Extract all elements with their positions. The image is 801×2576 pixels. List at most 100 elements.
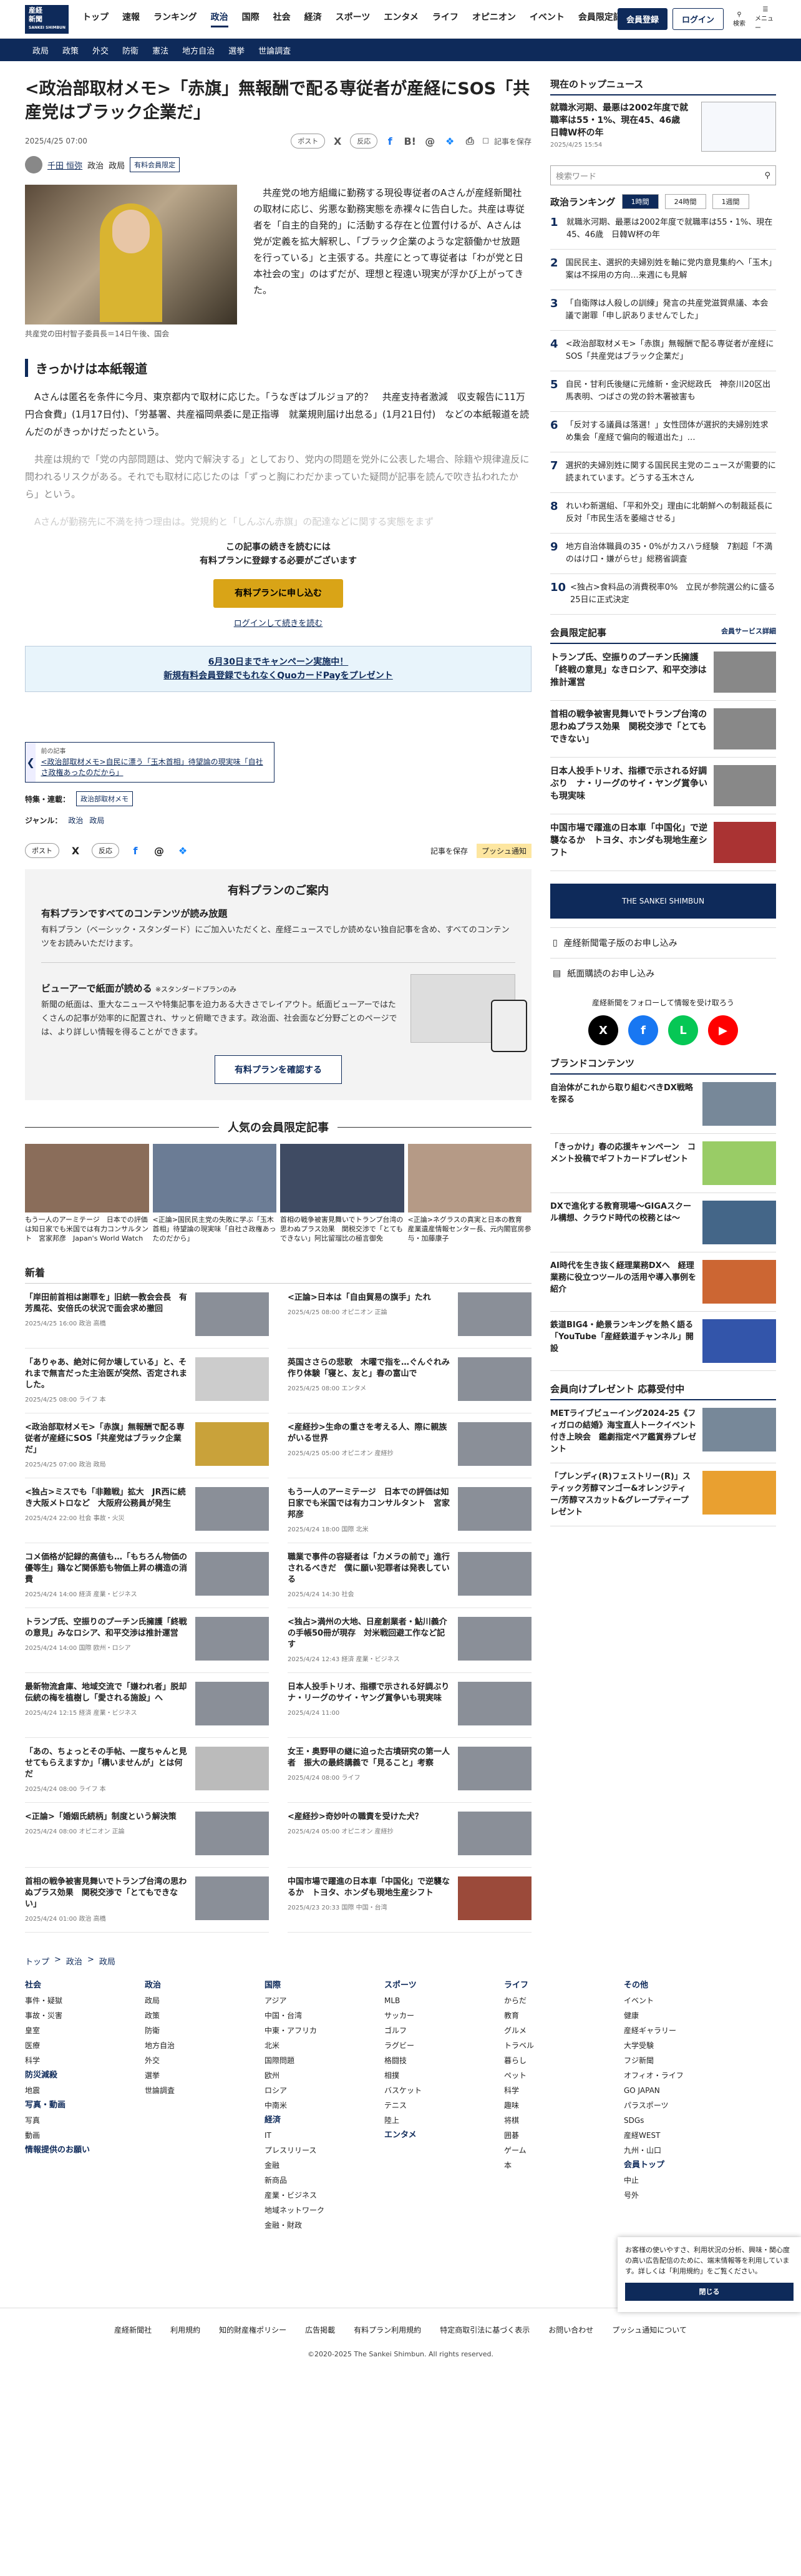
author-tag[interactable]: 政局: [109, 159, 125, 171]
popular-item[interactable]: もう一人のアーミテージ 日本での評価は知日家でも米国では有力コンサルタント 宮家…: [25, 1144, 149, 1243]
bluesky-icon[interactable]: ❖: [175, 843, 190, 858]
genre-tag[interactable]: 政治: [68, 815, 83, 826]
present-item[interactable]: METライブビューイング2024-25《フィガロの結婚》海宝直人トークイベント付…: [550, 1400, 776, 1463]
subnav-item[interactable]: 政策: [62, 44, 79, 56]
footer-link[interactable]: 特定商取引法に基づく表示: [440, 2325, 530, 2335]
footer-link[interactable]: 知的財産権ポリシー: [219, 2325, 286, 2335]
subnav-item[interactable]: 憲法: [152, 44, 168, 56]
reaction-button[interactable]: 反応: [92, 843, 119, 858]
news-item[interactable]: トランプ氏、空振りのプーチン氏擁護「終戦の意見」みなロシア、和平交渉は推計運営 2…: [25, 1608, 269, 1673]
threads-icon[interactable]: @: [422, 134, 437, 149]
nav-politics[interactable]: 政治: [210, 11, 228, 27]
digital-subscribe-link[interactable]: ▯ 産経新聞電子版のお申し込み: [550, 927, 776, 958]
nav-life[interactable]: ライフ: [432, 11, 459, 27]
brand-item[interactable]: DXで進化する教育現場～GIGAスクール構想、クラウド時代の校務とは～: [550, 1193, 776, 1252]
check-plan-button[interactable]: 有料プランを確認する: [215, 1055, 342, 1084]
popular-item[interactable]: <正論>国民民主党の失敗に学ぶ「玉木首相」待望論の現実味「自社さ政権あったのだか…: [152, 1144, 276, 1243]
ranking-item[interactable]: 1 就職氷河期、最悪は2002年度で就職率は55・1%、現在45、46歳 日韓W杯…: [550, 209, 776, 250]
author-name[interactable]: 千田 恒弥: [47, 159, 82, 171]
sankei-banner[interactable]: THE SANKEI SHIMBUN: [550, 884, 776, 919]
ranking-item[interactable]: 9 地方自治体職員の35・0%がカスハラ経験 7割超「不満のはけ口・嫌がらせ」総務…: [550, 534, 776, 574]
facebook-icon[interactable]: f: [628, 1015, 658, 1045]
nav-top[interactable]: トップ: [82, 11, 109, 27]
subnav-item[interactable]: 外交: [92, 44, 109, 56]
nav-breaking[interactable]: 速報: [122, 11, 140, 27]
tab-1w[interactable]: 1週間: [712, 194, 749, 209]
bookmark-icon[interactable]: ☐: [482, 137, 489, 145]
search-input[interactable]: 検索ワード ⚲: [550, 165, 776, 185]
nav-ranking[interactable]: ランキング: [153, 11, 197, 27]
footer-link[interactable]: お問い合わせ: [548, 2325, 593, 2335]
subnav-item[interactable]: 選挙: [228, 44, 245, 56]
line-icon[interactable]: L: [668, 1015, 698, 1045]
brand-item[interactable]: 鉄道BIG4・絶景ランキングを熱く語る「YouTube「産経鉄道チャンネル」開設: [550, 1312, 776, 1371]
news-item[interactable]: <正論>「婚姻氏続柄」制度という解決策 2025/4/24 08:00 オピニオン…: [25, 1803, 269, 1868]
search-icon[interactable]: ⚲: [764, 171, 770, 180]
brand-item[interactable]: AI時代を生き抜く経理業務DXへ 経理業務に役立つツールの活用や導入事例を紹介: [550, 1252, 776, 1312]
author-tag[interactable]: 政治: [87, 159, 104, 171]
facebook-icon[interactable]: f: [382, 134, 397, 149]
popular-item[interactable]: 首相の戦争被害見舞いでトランプ台湾の思わぬプラス効果 関税交渉で「とてもできない…: [280, 1144, 404, 1243]
cookie-close-button[interactable]: 閉じる: [625, 2283, 794, 2301]
previous-article[interactable]: ❮ 前の記事 <政治部取材メモ>自民に漂う「玉木首相」待望論の現実味「自社さ政権あ…: [25, 742, 274, 783]
news-item[interactable]: <産経抄>生命の重さを考える人、際に親族がいる世界 2025/4/25 05:00…: [288, 1413, 532, 1478]
ranking-item[interactable]: 5 自民・甘利氏後継に元維新・金沢総政氏 神奈川20区出馬表明、つばさの党の鈴木署…: [550, 371, 776, 412]
footer-link[interactable]: 有料プラン利用規約: [354, 2325, 421, 2335]
news-item[interactable]: もう一人のアーミテージ 日本での評価は知日家でも米国では有力コンサルタント 宮家…: [288, 1478, 532, 1543]
ranking-item[interactable]: 3 「自衛隊は人殺しの訓練」発言の共産党滋賀県議、本会議で謝罪「申し訳ありませんで…: [550, 290, 776, 331]
breadcrumb-item[interactable]: 政局: [99, 1955, 115, 1967]
breadcrumb-item[interactable]: 政治: [66, 1955, 82, 1967]
nav-world[interactable]: 国際: [242, 11, 260, 27]
ranking-item[interactable]: 7 選択的夫婦別姓に関する国民民主党のニュースが需要的に読まれています。どうする玉…: [550, 452, 776, 493]
bluesky-icon[interactable]: ❖: [442, 134, 457, 149]
news-item[interactable]: 最新物流倉庫、地域交流で「嫌われ者」脱却 伝統の梅を植樹し「愛される施設」へ 20…: [25, 1673, 269, 1738]
nav-sports[interactable]: スポーツ: [336, 11, 371, 27]
member-service-link[interactable]: 会員サービス詳細: [721, 626, 776, 639]
news-item[interactable]: 「岸田前首相は謝罪を」旧統一教会会長 有芳風花、安倍氏の状況で面会求め撤回 202…: [25, 1284, 269, 1349]
news-item[interactable]: <政治部取材メモ>「赤旗」無報酬で配る専従者が産経にSOS「共産党はブラック企業…: [25, 1413, 269, 1478]
subnav-item[interactable]: 世論調査: [258, 44, 291, 56]
x-icon[interactable]: X: [68, 843, 83, 858]
nav-society[interactable]: 社会: [273, 11, 291, 27]
ranking-item[interactable]: 8 れいわ新選組、「平和外交」理由に北朝鮮への制裁延長に反対「市民生活を萎縮させる…: [550, 493, 776, 534]
nav-opinion[interactable]: オピニオン: [472, 11, 516, 27]
news-item[interactable]: 「ありゃあ、絶対に何か壊している」と、それまで無言だった主治医が突然、否定されま…: [25, 1349, 269, 1413]
subnav-item[interactable]: 地方自治: [182, 44, 215, 56]
register-button[interactable]: 会員登録: [617, 8, 668, 30]
member-item[interactable]: 首相の戦争被害見舞いでトランプ台湾の思わぬプラス効果 関税交渉で「とてもできない…: [550, 701, 776, 758]
search-button[interactable]: ⚲ 検索: [729, 9, 750, 30]
member-item[interactable]: 中国市場で躍進の日本車「中国化」で逆襲なるか トヨタ、ホンダも現地生産シフト: [550, 814, 776, 871]
subscribe-button[interactable]: 有料プランに申し込む: [213, 579, 343, 608]
topic-tag[interactable]: 政治部取材メモ: [76, 791, 134, 806]
campaign-banner[interactable]: 6月30日までキャンペーン実施中！ 新規有料会員登録でもれなくQuoカードPayを…: [25, 646, 532, 692]
news-item[interactable]: <独占>ミスでも「非難戦」拡大 JR西に続き大阪メトロなど 大阪府公務員が発生 2…: [25, 1478, 269, 1543]
popular-item[interactable]: <正論>ネグラスの真実と日本の教育 産業遺産情報センター長、元内閣官房参与・加藤…: [407, 1144, 532, 1243]
save-article-button[interactable]: 記事を保存: [430, 846, 468, 856]
news-item[interactable]: 「あの、ちょっとその手帖、一度ちゃんと見せてもらえますか」「構いませんが」とは何…: [25, 1738, 269, 1803]
present-item[interactable]: 「プレンディ(R)フェストリー(R)」スティック芳醇マンゴー&オレンジティー/芳…: [550, 1463, 776, 1526]
news-item[interactable]: <独占>満州の大地、日産創業者・鮎川義介の手帳50冊が現存 対米戦回避工作など記…: [288, 1608, 532, 1673]
ranking-item[interactable]: 2 国民民主、選択的夫婦別姓を軸に党内意見集約へ「玉木」案は不採用の方向…来週にも…: [550, 250, 776, 290]
youtube-icon[interactable]: ▶: [708, 1015, 738, 1045]
footer-link[interactable]: 広告掲載: [305, 2325, 335, 2335]
facebook-icon[interactable]: f: [128, 843, 143, 858]
hatena-icon[interactable]: B!: [402, 134, 417, 149]
x-post-button[interactable]: ポスト: [291, 134, 326, 149]
paper-subscribe-link[interactable]: ▤ 紙面購読のお申し込み: [550, 958, 776, 988]
login-button[interactable]: ログイン: [672, 8, 724, 30]
member-item[interactable]: 日本人投手トリオ、指標で示される好調ぶり ナ・リーグのサイ・ヤング賞争いも現実味: [550, 758, 776, 814]
tab-24h[interactable]: 24時間: [664, 194, 706, 209]
brand-item[interactable]: 「きっかけ」春の応援キャンペーン コメント投稿でギフトカードプレゼント: [550, 1134, 776, 1193]
genre-tag[interactable]: 政局: [89, 815, 104, 826]
nav-economy[interactable]: 経済: [304, 11, 322, 27]
news-item[interactable]: コメ価格が記録的高値も…「もちろん物価の優等生」鶏など関係筋も物価上昇の構造の消…: [25, 1543, 269, 1608]
news-item[interactable]: 日本人投手トリオ、指標で示される好調ぶり ナ・リーグのサイ・ヤング賞争いも現実味…: [288, 1673, 532, 1738]
ranking-item[interactable]: 4 <政治部取材メモ>「赤旗」無報酬で配る専従者が産経にSOS「共産党はブラック企…: [550, 331, 776, 371]
news-item[interactable]: 首相の戦争被害見舞いでトランプ台湾の思わぬプラス効果 関税交渉で「とてもできない…: [25, 1868, 269, 1933]
threads-icon[interactable]: @: [152, 843, 167, 858]
breadcrumb-item[interactable]: トップ: [25, 1955, 49, 1967]
footer-link[interactable]: プッシュ通知について: [612, 2325, 687, 2335]
ranking-item[interactable]: 10 <独占>食料品の消費税率0% 立民が参院選公約に盛る 25日に正式決定: [550, 574, 783, 615]
save-article-button[interactable]: 記事を保存: [494, 136, 532, 147]
sankei-logo[interactable]: 産経 新聞 SANKEI SHIMBUN: [25, 4, 69, 34]
